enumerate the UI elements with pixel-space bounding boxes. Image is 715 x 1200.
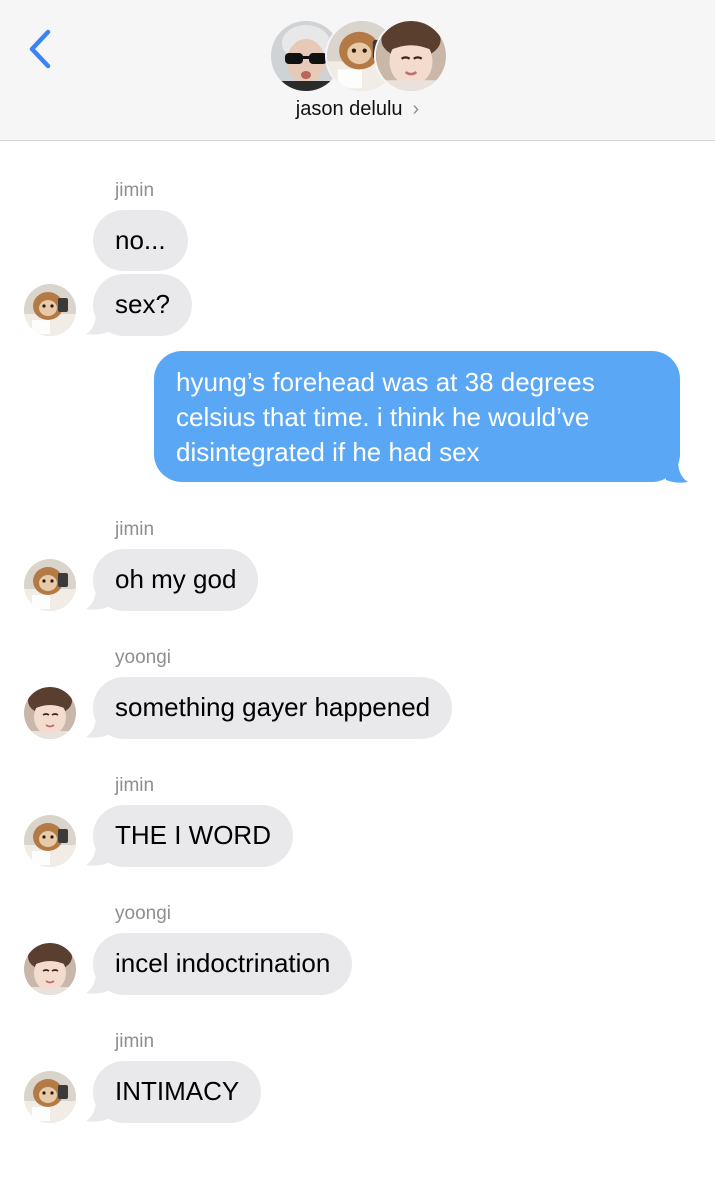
message-text: something gayer happened — [115, 692, 431, 722]
bubble-tail — [86, 715, 108, 738]
chat-header: jason delulu › — [0, 0, 715, 141]
bubble-tail — [86, 971, 108, 994]
message-bubble-incoming[interactable]: INTIMACY — [93, 1061, 262, 1123]
message-bubble-outgoing[interactable]: hyung’s forehead was at 38 degrees celsi… — [154, 351, 680, 482]
group-avatars[interactable] — [271, 21, 446, 91]
bubble-tail — [86, 1099, 108, 1122]
message-bubble-incoming[interactable]: THE I WORD — [93, 805, 293, 867]
chevron-right-icon: › — [412, 98, 420, 120]
message-text: oh my god — [115, 564, 237, 594]
message-text: sex? — [115, 289, 170, 319]
avatar-jimin[interactable] — [24, 815, 76, 867]
message-text: INTIMACY — [115, 1076, 240, 1106]
sender-label: yoongi — [115, 647, 171, 668]
message-text: no... — [115, 225, 166, 255]
sender-label: jimin — [115, 775, 155, 796]
bubble-tail — [86, 312, 108, 335]
bubble-tail — [666, 460, 688, 483]
avatar-yoongi[interactable] — [24, 943, 76, 995]
chevron-left-icon — [29, 29, 51, 69]
bubble-tail — [86, 843, 108, 866]
avatar-yoongi[interactable] — [24, 687, 76, 739]
message-bubble-incoming[interactable]: something gayer happened — [93, 677, 453, 739]
message-text: incel indoctrination — [115, 948, 331, 978]
sender-label: jimin — [115, 180, 155, 201]
avatar-yoongi — [376, 21, 446, 91]
message-bubble-incoming[interactable]: oh my god — [93, 549, 259, 611]
sender-label: jimin — [115, 519, 155, 540]
avatar-jimin[interactable] — [24, 559, 76, 611]
message-text: hyung’s forehead was at 38 degrees celsi… — [176, 367, 595, 467]
message-bubble-incoming[interactable]: incel indoctrination — [93, 933, 353, 995]
avatar-jimin[interactable] — [24, 284, 76, 336]
message-bubble-incoming[interactable]: no... — [93, 210, 188, 271]
group-name-button[interactable]: jason delulu › — [0, 98, 715, 121]
bubble-tail — [86, 587, 108, 610]
sender-label: yoongi — [115, 903, 171, 924]
back-button[interactable] — [22, 26, 62, 72]
sender-label: jimin — [115, 1031, 155, 1052]
group-name: jason delulu — [295, 98, 403, 120]
avatar-jimin[interactable] — [24, 1071, 76, 1123]
message-text: THE I WORD — [115, 820, 271, 850]
